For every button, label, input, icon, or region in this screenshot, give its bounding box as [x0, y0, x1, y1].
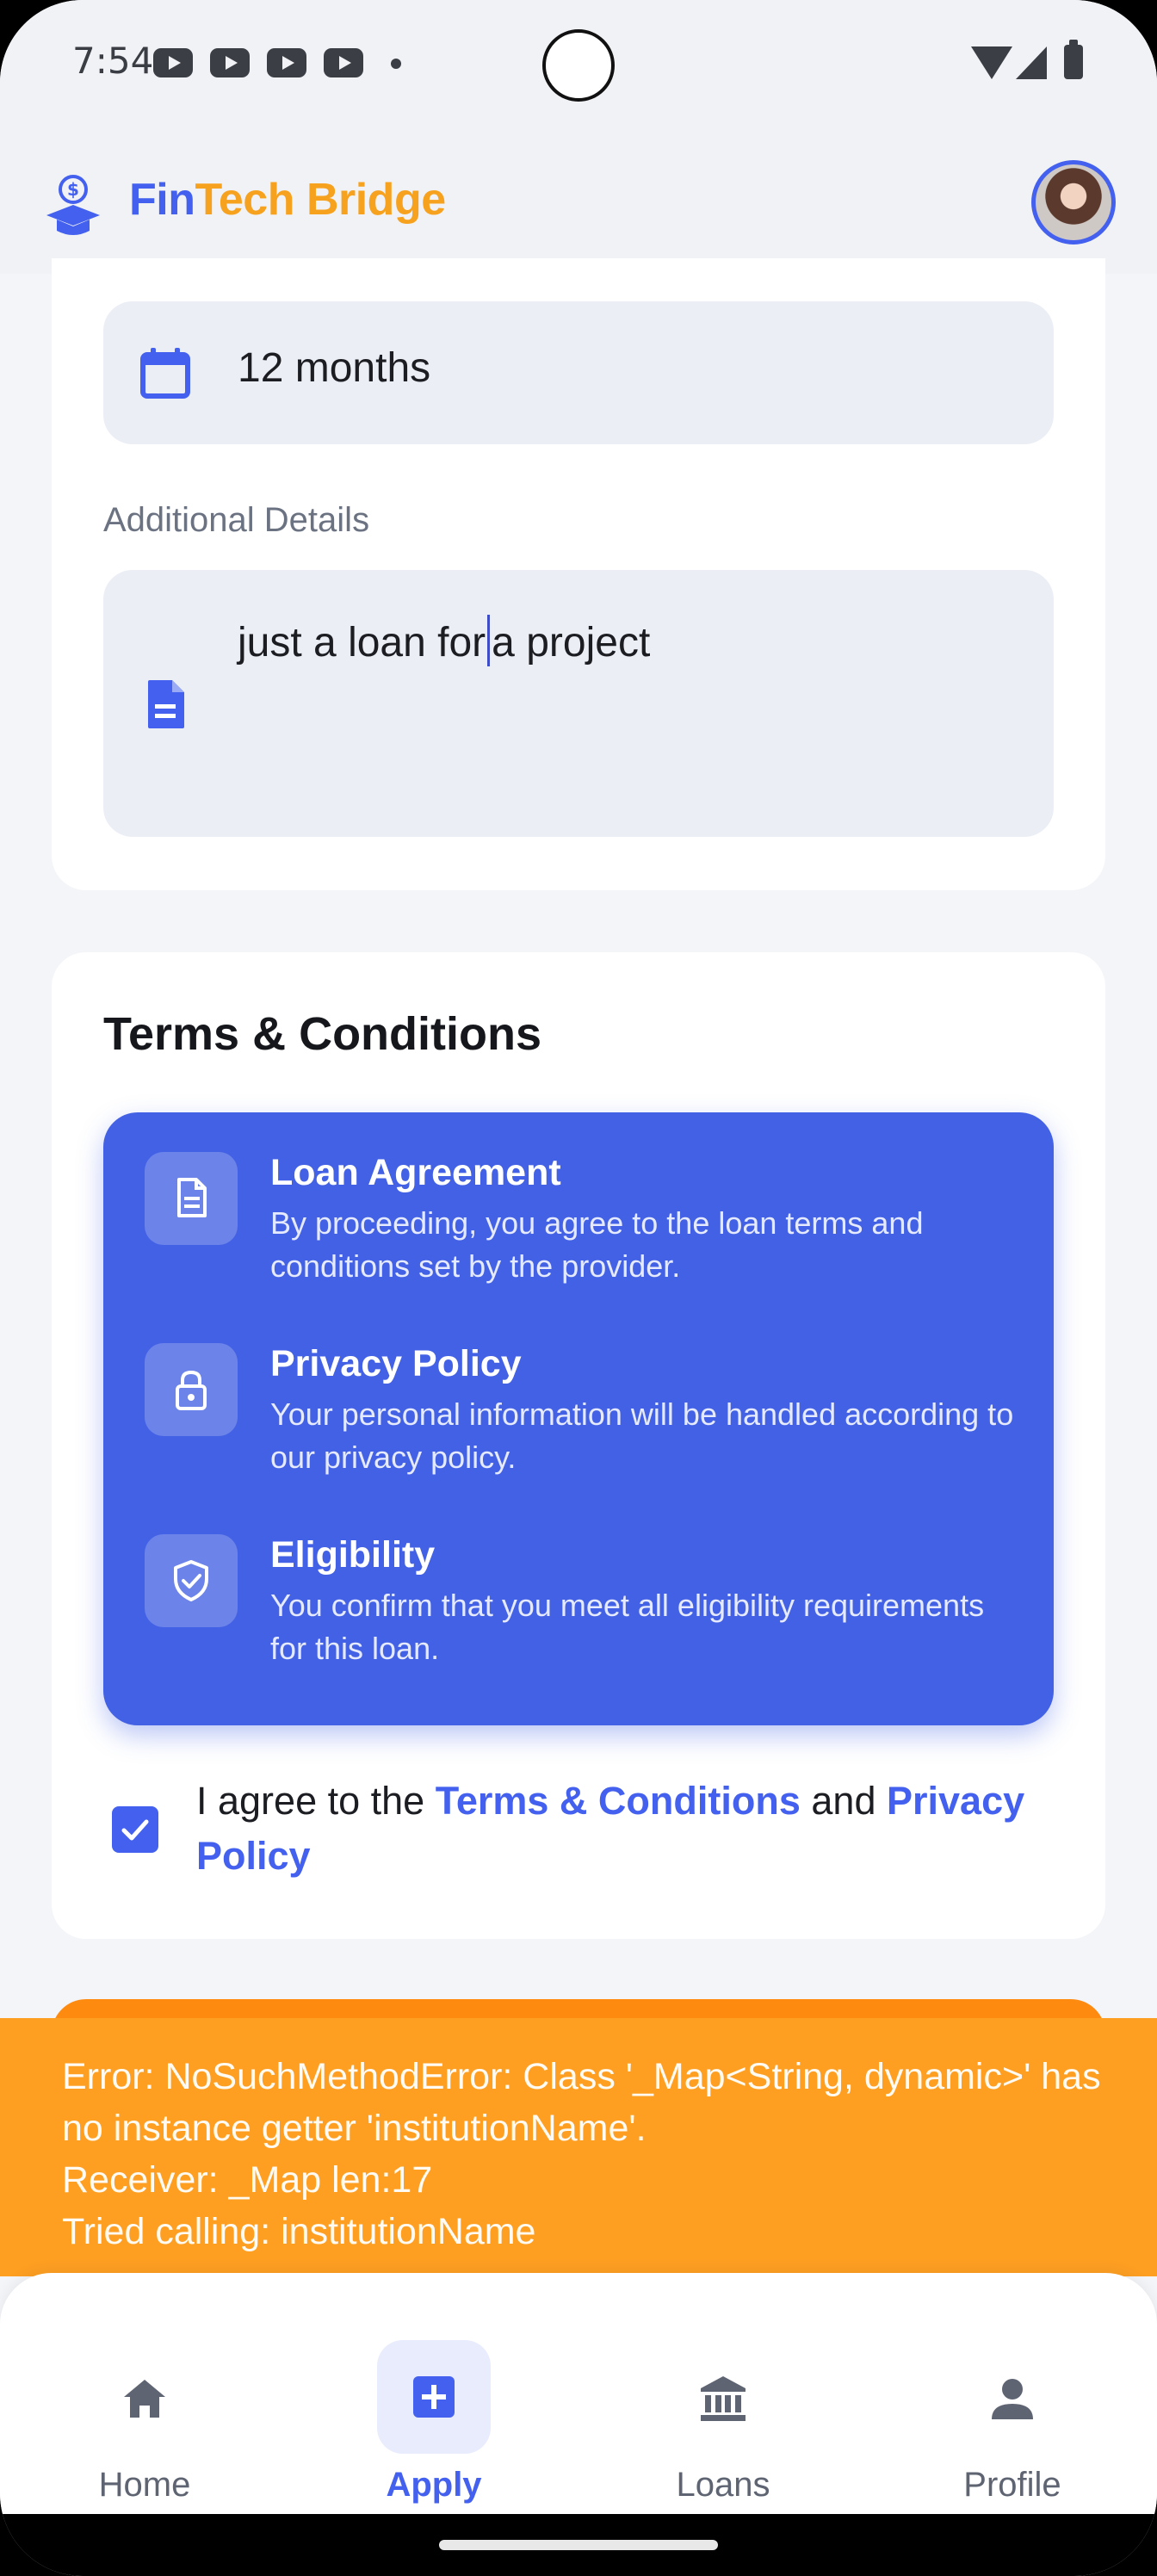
nav-label: Home	[98, 2466, 191, 2504]
terms-card: Terms & Conditions Loan Agreement By pro…	[52, 952, 1105, 1939]
document-icon	[145, 1152, 238, 1245]
terms-section-title: Terms & Conditions	[103, 1008, 542, 1060]
term-title: Privacy Policy	[270, 1343, 522, 1384]
details-text-after-cursor: a project	[492, 620, 651, 666]
youtube-icon	[210, 48, 250, 77]
agree-mid: and	[800, 1779, 887, 1823]
details-text-before-cursor: just a loan for	[238, 620, 486, 666]
wifi-icon	[971, 46, 1012, 79]
gesture-handle[interactable]	[439, 2540, 718, 2550]
error-snackbar: Error: NoSuchMethodError: Class '_Map<St…	[0, 2018, 1157, 2276]
nav-apply[interactable]: Apply	[331, 2307, 537, 2504]
term-description: Your personal information will be handle…	[270, 1396, 1014, 1475]
nav-label: Apply	[386, 2466, 482, 2504]
youtube-icon	[324, 48, 363, 77]
agree-checkbox[interactable]	[112, 1806, 158, 1853]
more-notifications-dot-icon	[391, 59, 401, 69]
svg-text:$: $	[67, 179, 79, 200]
term-title: Eligibility	[270, 1534, 436, 1576]
nav-label: Profile	[963, 2466, 1061, 2504]
additional-details-input[interactable]: just a loan for a project	[103, 570, 1054, 837]
youtube-icon	[267, 48, 306, 77]
nav-home-icon-wrap	[88, 2342, 201, 2455]
signal-icon	[1016, 46, 1047, 79]
status-time: 7:54	[72, 40, 154, 82]
nav-loans-icon-wrap	[666, 2342, 780, 2455]
text-cursor	[487, 615, 491, 666]
home-icon	[124, 2380, 165, 2418]
nav-home[interactable]: Home	[41, 2307, 248, 2504]
term-title: Loan Agreement	[270, 1152, 561, 1193]
camera-cutout	[542, 29, 615, 102]
nav-profile-icon-wrap	[956, 2342, 1069, 2455]
bank-icon	[701, 2376, 746, 2421]
app-brand: FinTech Bridge	[129, 174, 446, 226]
additional-details-label: Additional Details	[103, 501, 370, 539]
lock-icon	[145, 1343, 238, 1436]
add-box-icon	[413, 2376, 455, 2418]
description-icon	[148, 680, 184, 728]
person-icon	[992, 2379, 1033, 2419]
check-icon	[121, 1819, 149, 1841]
bottom-navigation: Home Apply Loans Profile	[0, 2273, 1157, 2514]
terms-summary-box: Loan Agreement By proceeding, you agree …	[103, 1112, 1054, 1725]
youtube-icon	[153, 48, 193, 77]
nav-apply-icon-wrap	[377, 2340, 491, 2454]
nav-profile[interactable]: Profile	[909, 2307, 1116, 2504]
term-description: By proceeding, you agree to the loan ter…	[270, 1205, 924, 1284]
agree-text: I agree to the Terms & Conditions and Pr…	[196, 1774, 1057, 1884]
shield-check-icon	[145, 1534, 238, 1627]
phone-screen: 7:54 $ FinTech Bridge 12 months Addition…	[0, 0, 1157, 2576]
user-avatar[interactable]	[1031, 160, 1116, 245]
error-message: Error: NoSuchMethodError: Class '_Map<St…	[62, 2056, 1101, 2252]
term-description: You confirm that you meet all eligibilit…	[270, 1588, 985, 1666]
brand-tech-bridge: Tech Bridge	[195, 175, 446, 225]
calendar-icon	[140, 348, 190, 399]
nav-label: Loans	[676, 2466, 770, 2504]
battery-icon	[1064, 40, 1083, 79]
agree-prefix: I agree to the	[196, 1779, 436, 1823]
money-graduation-icon: $	[46, 175, 100, 235]
loan-details-card: 12 months Additional Details just a loan…	[52, 258, 1105, 890]
loan-duration-field[interactable]: 12 months	[103, 301, 1054, 444]
brand-fin: Fin	[129, 175, 195, 225]
loan-duration-value: 12 months	[238, 345, 431, 391]
additional-details-text: just a loan for a project	[238, 615, 650, 666]
status-bar: 7:54	[0, 0, 1157, 138]
terms-link[interactable]: Terms & Conditions	[436, 1779, 801, 1823]
nav-loans[interactable]: Loans	[620, 2307, 826, 2504]
app-header: $ FinTech Bridge	[0, 138, 1157, 274]
agree-terms-row: I agree to the Terms & Conditions and Pr…	[103, 1774, 1071, 1903]
